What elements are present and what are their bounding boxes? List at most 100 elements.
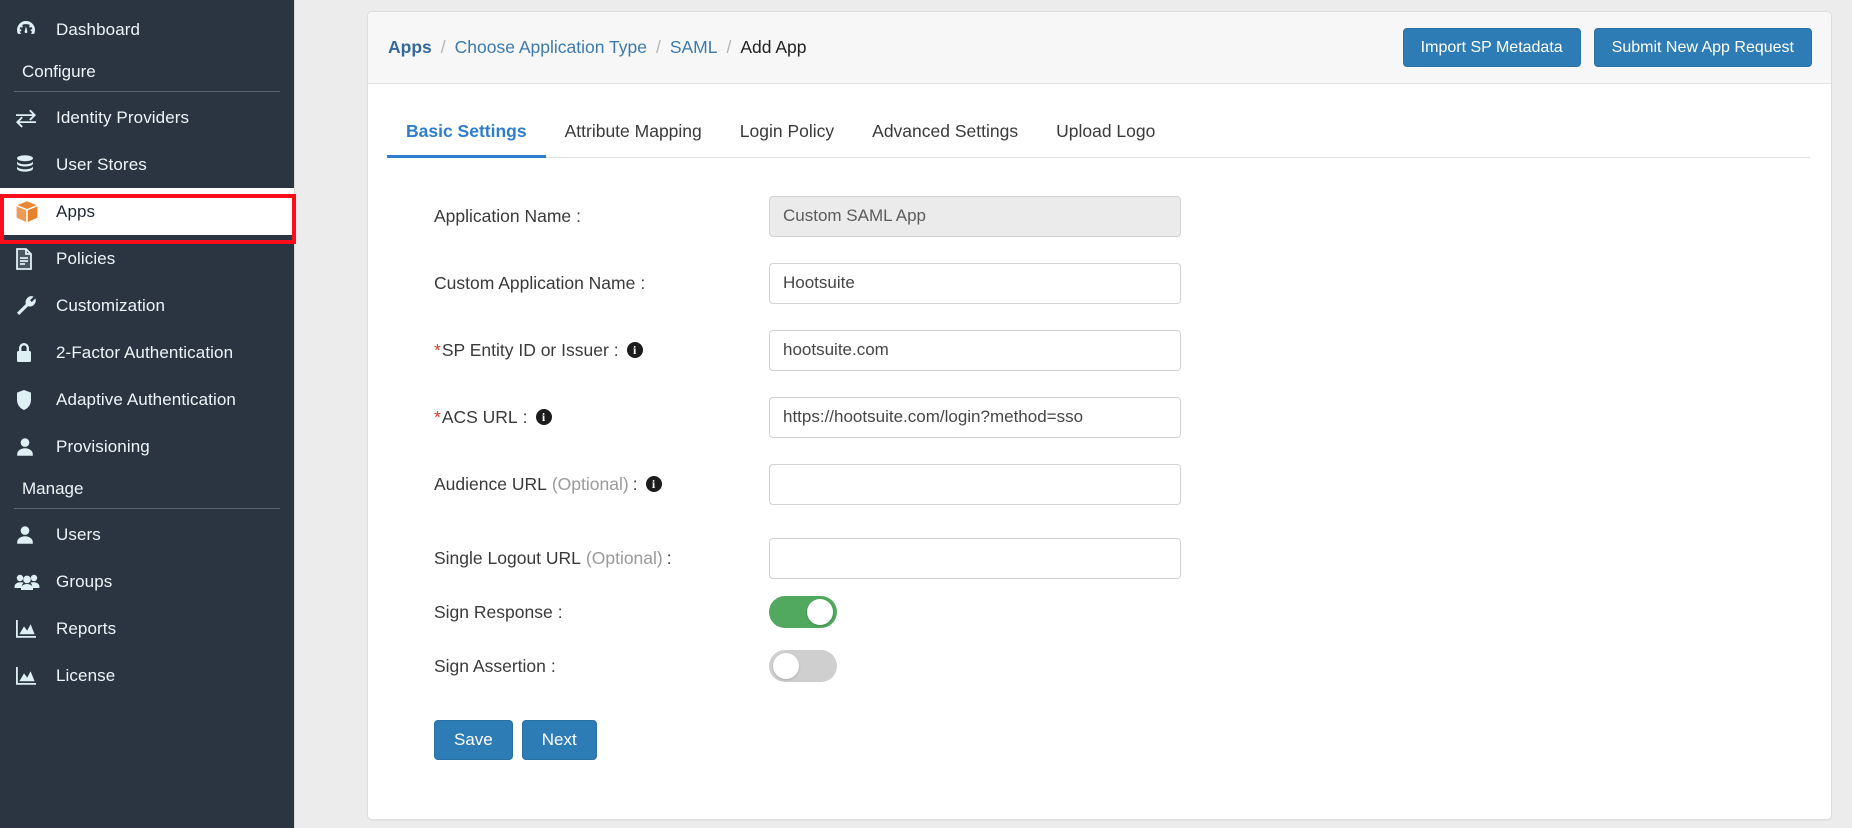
- import-sp-metadata-button[interactable]: Import SP Metadata: [1402, 27, 1581, 68]
- basic-settings-form: Application Name : Custom Application Na…: [368, 158, 1831, 760]
- sidebar: Dashboard Configure Identity Providers U…: [0, 0, 296, 828]
- breadcrumb-separator: /: [655, 37, 661, 57]
- main-content: Apps / Choose Application Type / SAML / …: [295, 0, 1852, 828]
- form-row-sign-assertion: Sign Assertion :: [434, 648, 1831, 684]
- form-actions: Save Next: [434, 720, 1831, 760]
- label-text: Sign Response: [434, 601, 553, 622]
- tab-upload-logo[interactable]: Upload Logo: [1037, 115, 1174, 158]
- tab-attribute-mapping[interactable]: Attribute Mapping: [546, 115, 721, 158]
- single-logout-url-label: Single Logout URL (Optional) :: [434, 548, 769, 569]
- sidebar-item-label: Customization: [56, 295, 166, 315]
- dashboard-icon: [14, 18, 56, 42]
- sidebar-item-label: Groups: [56, 571, 113, 591]
- next-button[interactable]: Next: [521, 720, 597, 760]
- sidebar-item-identity-providers[interactable]: Identity Providers: [0, 94, 294, 141]
- sidebar-item-label: Adaptive Authentication: [56, 389, 236, 409]
- card-body: Basic Settings Attribute Mapping Login P…: [368, 84, 1831, 819]
- label-colon: :: [550, 655, 556, 676]
- sidebar-item-provisioning[interactable]: Provisioning: [0, 423, 294, 470]
- acs-url-label: * ACS URL : i: [434, 407, 769, 428]
- sidebar-item-customization[interactable]: Customization: [0, 282, 294, 329]
- sidebar-item-groups[interactable]: Groups: [0, 558, 294, 605]
- label-colon: :: [613, 339, 619, 360]
- sidebar-section-configure: Configure: [22, 62, 96, 81]
- label-text: ACS URL: [441, 406, 518, 427]
- label-text: Application Name: [434, 205, 572, 226]
- card-header: Apps / Choose Application Type / SAML / …: [368, 12, 1831, 84]
- sidebar-section-manage: Manage: [22, 479, 84, 498]
- label-text: SP Entity ID or Issuer: [441, 339, 609, 360]
- label-colon: :: [666, 547, 672, 568]
- user-icon: [14, 524, 56, 546]
- breadcrumb-item-choose-application-type[interactable]: Choose Application Type: [455, 37, 647, 58]
- header-buttons: Import SP Metadata Submit New App Reques…: [1402, 27, 1812, 68]
- sidebar-item-label: Users: [56, 524, 101, 544]
- app-root: Dashboard Configure Identity Providers U…: [0, 0, 1852, 828]
- sidebar-item-2-factor-authentication[interactable]: 2-Factor Authentication: [0, 329, 294, 376]
- form-row-sp-entity-id: * SP Entity ID or Issuer : i: [434, 326, 1831, 374]
- submit-new-app-request-button[interactable]: Submit New App Request: [1593, 27, 1812, 68]
- label-colon: :: [576, 205, 582, 226]
- toggle-knob: [807, 599, 833, 625]
- sidebar-item-label: User Stores: [56, 154, 147, 174]
- shield-icon: [14, 388, 56, 412]
- label-colon: :: [522, 406, 528, 427]
- single-logout-url-field[interactable]: [769, 537, 1181, 579]
- breadcrumb-item-saml[interactable]: SAML: [670, 37, 718, 58]
- sidebar-item-policies[interactable]: Policies: [0, 235, 294, 282]
- label-text: Sign Assertion: [434, 655, 546, 676]
- label-text: Audience URL: [434, 473, 547, 494]
- form-row-sign-response: Sign Response :: [434, 594, 1831, 630]
- label-text: Single Logout URL: [434, 547, 581, 568]
- breadcrumb-item-add-app: Add App: [740, 37, 807, 57]
- sidebar-item-apps[interactable]: Apps: [0, 188, 294, 235]
- info-icon[interactable]: i: [645, 476, 662, 492]
- custom-application-name-label: Custom Application Name :: [434, 273, 769, 294]
- form-row-audience-url: Audience URL (Optional) : i: [434, 460, 1831, 508]
- chart-icon: [14, 618, 56, 640]
- sidebar-item-license[interactable]: License: [0, 652, 294, 699]
- sign-response-label: Sign Response :: [434, 602, 769, 623]
- sidebar-item-reports[interactable]: Reports: [0, 605, 294, 652]
- sidebar-item-users[interactable]: Users: [0, 511, 294, 558]
- optional-tag: (Optional): [585, 547, 663, 568]
- tab-bar: Basic Settings Attribute Mapping Login P…: [387, 115, 1810, 158]
- sidebar-item-user-stores[interactable]: User Stores: [0, 141, 294, 188]
- sidebar-divider: [14, 91, 280, 92]
- form-row-single-logout-url: Single Logout URL (Optional) :: [434, 534, 1831, 582]
- tab-login-policy[interactable]: Login Policy: [721, 115, 853, 158]
- sidebar-item-label: Provisioning: [56, 436, 150, 456]
- optional-tag: (Optional): [551, 473, 629, 494]
- tab-basic-settings[interactable]: Basic Settings: [387, 115, 546, 158]
- lock-icon: [14, 341, 56, 365]
- sidebar-item-adaptive-authentication[interactable]: Adaptive Authentication: [0, 376, 294, 423]
- label-text: Custom Application Name: [434, 272, 636, 293]
- audience-url-field[interactable]: [769, 463, 1181, 505]
- sp-entity-id-field[interactable]: [769, 329, 1181, 371]
- label-colon: :: [632, 473, 638, 494]
- box-icon: [14, 199, 56, 225]
- form-row-application-name: Application Name :: [434, 192, 1831, 240]
- users-group-icon: [14, 571, 56, 593]
- save-button[interactable]: Save: [434, 720, 513, 760]
- tab-advanced-settings[interactable]: Advanced Settings: [853, 115, 1037, 158]
- sidebar-item-label: License: [56, 665, 116, 685]
- application-name-field[interactable]: [769, 195, 1181, 237]
- breadcrumb-item-apps[interactable]: Apps: [388, 37, 432, 58]
- label-colon: :: [640, 272, 646, 293]
- label-colon: :: [557, 601, 563, 622]
- sign-response-toggle[interactable]: [769, 596, 837, 628]
- custom-application-name-field[interactable]: [769, 262, 1181, 304]
- database-icon: [14, 154, 56, 176]
- user-icon: [14, 436, 56, 458]
- sidebar-divider: [14, 508, 280, 509]
- sidebar-item-label: Policies: [56, 248, 116, 268]
- form-row-acs-url: * ACS URL : i: [434, 393, 1831, 441]
- info-icon[interactable]: i: [626, 342, 643, 358]
- sidebar-item-dashboard[interactable]: Dashboard: [0, 6, 294, 53]
- info-icon[interactable]: i: [535, 409, 552, 425]
- acs-url-field[interactable]: [769, 396, 1181, 438]
- breadcrumb: Apps / Choose Application Type / SAML / …: [388, 37, 807, 58]
- application-name-label: Application Name :: [434, 206, 769, 227]
- sign-assertion-toggle[interactable]: [769, 650, 837, 682]
